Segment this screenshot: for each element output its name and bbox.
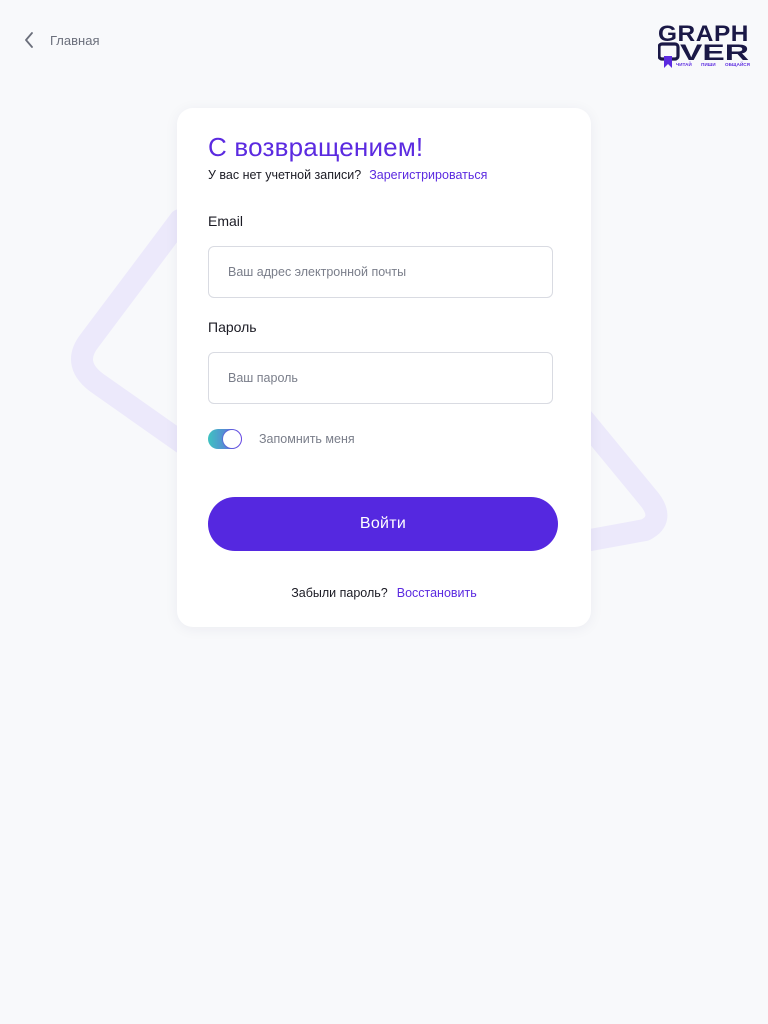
remember-me-toggle[interactable]	[208, 429, 242, 449]
forgot-password-row: Забыли пароль? Восстановить	[177, 586, 591, 600]
remember-me-label: Запомнить меня	[259, 432, 355, 446]
back-home-label: Главная	[50, 32, 100, 48]
login-card: С возвращением! У вас нет учетной записи…	[177, 108, 591, 627]
password-field[interactable]	[208, 352, 553, 404]
password-label: Пароль	[208, 319, 257, 335]
toggle-knob	[223, 430, 241, 448]
no-account-text: У вас нет учетной записи?	[208, 168, 362, 182]
remember-me-row: Запомнить меня	[208, 429, 355, 449]
back-home-link[interactable]: Главная	[20, 30, 99, 50]
email-field[interactable]	[208, 246, 553, 298]
email-label: Email	[208, 213, 244, 229]
login-page: Главная GRAPH VER ЧИТАЙ ПИШИ ОБЩАЙСЯ С в…	[0, 0, 768, 1024]
forgot-password-text: Забыли пароль?	[291, 586, 388, 600]
logo-tagline: ЧИТАЙ ПИШИ ОБЩАЙСЯ	[676, 62, 750, 67]
register-prompt: У вас нет учетной записи? Зарегистрирова…	[208, 168, 487, 182]
page-title: С возвращением!	[208, 132, 424, 162]
restore-password-link[interactable]: Восстановить	[397, 586, 477, 600]
chevron-left-icon	[20, 30, 38, 50]
logo-tagline-word: ПИШИ	[701, 62, 716, 67]
register-link[interactable]: Зарегистрироваться	[369, 168, 487, 182]
logo-tagline-word: ОБЩАЙСЯ	[725, 62, 750, 67]
login-button[interactable]: Войти	[208, 497, 558, 551]
graphover-logo[interactable]: GRAPH VER ЧИТАЙ ПИШИ ОБЩАЙСЯ	[658, 22, 750, 70]
logo-tagline-word: ЧИТАЙ	[676, 62, 692, 67]
